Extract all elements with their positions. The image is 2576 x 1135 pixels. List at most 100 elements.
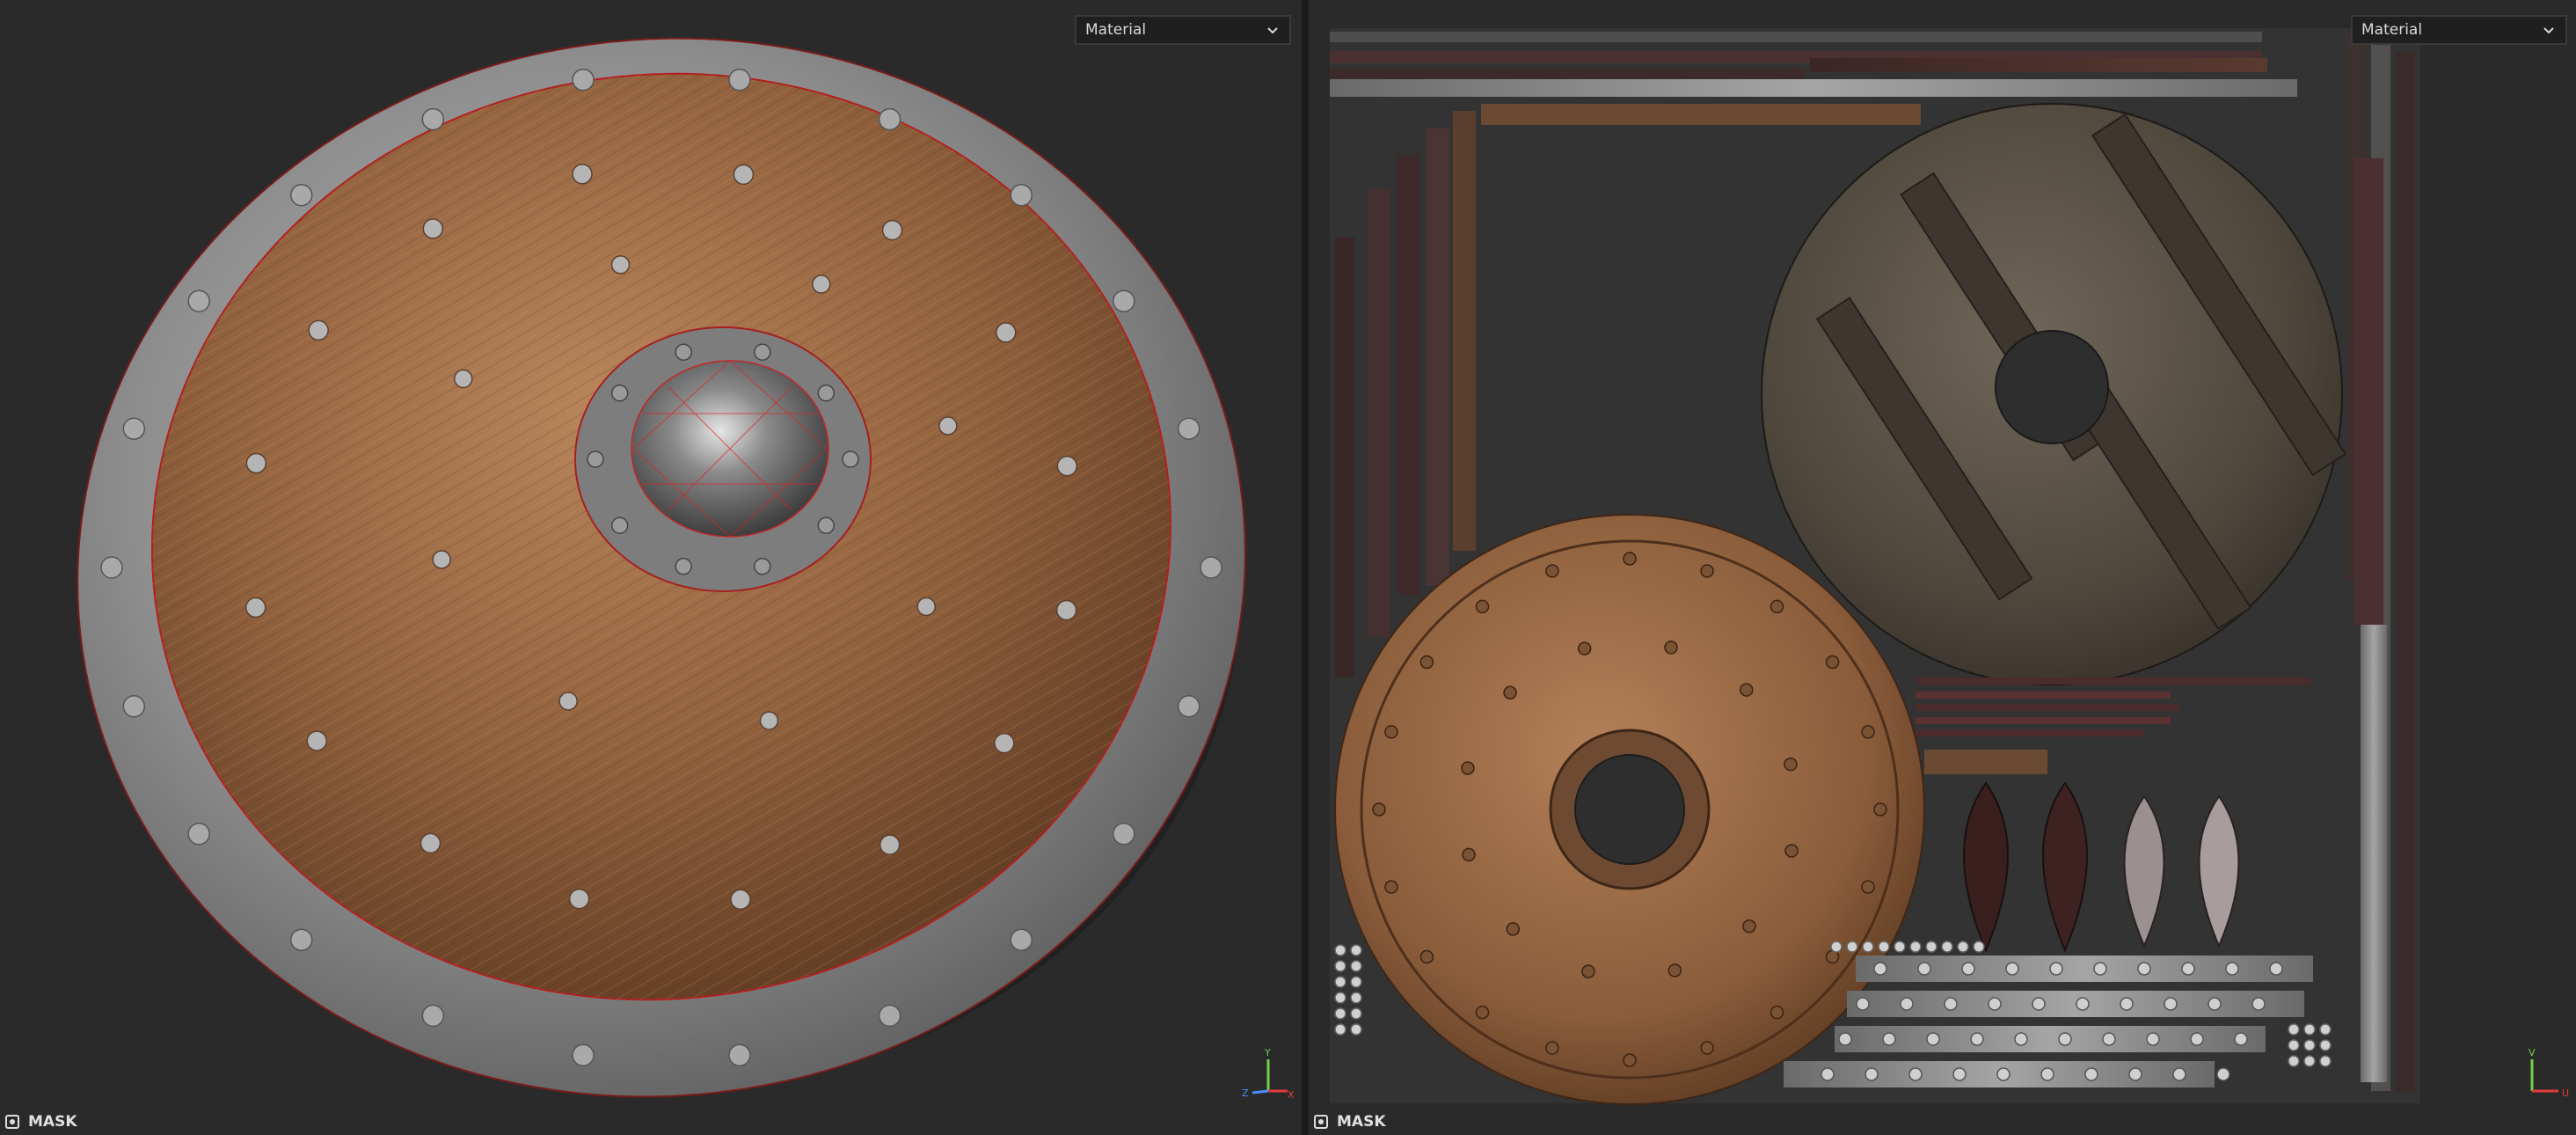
- uv-shield-back: [1761, 103, 2347, 685]
- rivet: [754, 343, 771, 362]
- rivet: [2084, 1067, 2098, 1081]
- rivet: [759, 711, 779, 730]
- rivet: [1577, 641, 1592, 655]
- rivet: [2172, 1067, 2186, 1081]
- rivet: [2303, 1039, 2316, 1051]
- rivet: [2058, 1032, 2072, 1046]
- rivet: [1917, 962, 1931, 976]
- mask-label-uv: MASK: [1337, 1113, 1386, 1131]
- rivet: [2146, 1032, 2160, 1046]
- rivet: [1961, 962, 1975, 976]
- uv-texture-layout[interactable]: [1309, 0, 2576, 1135]
- rivet: [1177, 417, 1200, 440]
- rivet: [2049, 962, 2063, 976]
- rivet: [1970, 1032, 1984, 1046]
- rivet: [2319, 1039, 2332, 1051]
- rivet: [1996, 1067, 2010, 1081]
- rivet: [1664, 641, 1678, 655]
- rivet: [1864, 1067, 1879, 1081]
- rivet: [2005, 962, 2019, 976]
- shading-mode-dropdown-uv[interactable]: Material: [2351, 15, 2567, 45]
- rivet: [1623, 1053, 1637, 1067]
- rivet: [1825, 655, 1840, 670]
- rivet: [1055, 599, 1077, 621]
- rivet: [1784, 757, 1798, 772]
- rivet: [572, 68, 595, 92]
- rivet: [1545, 1041, 1559, 1055]
- rivet: [1334, 976, 1346, 988]
- uv-shield-front: [1334, 514, 1925, 1105]
- rivet: [1861, 725, 1875, 739]
- viewport-splitter[interactable]: [1302, 0, 1309, 1135]
- rivet: [1350, 944, 1362, 956]
- rivet: [187, 289, 210, 312]
- rivet: [610, 384, 629, 402]
- rivet: [2164, 997, 2178, 1011]
- rivet: [122, 695, 146, 718]
- rivet: [1973, 941, 1985, 953]
- rivet: [1988, 997, 2002, 1011]
- mask-toggle-icon[interactable]: [1314, 1115, 1328, 1129]
- rivet: [1056, 455, 1078, 477]
- mask-label-3d: MASK: [28, 1113, 77, 1131]
- rivet: [289, 184, 313, 207]
- mask-toggle-icon[interactable]: [5, 1115, 19, 1129]
- rivet: [878, 1004, 901, 1028]
- rivet: [122, 417, 146, 440]
- rivet: [558, 692, 578, 711]
- rivet: [1862, 941, 1874, 953]
- chevron-down-icon: [2543, 27, 2554, 34]
- shading-mode-dropdown-3d[interactable]: Material: [1075, 15, 1291, 45]
- rivet: [572, 164, 593, 185]
- rivet: [1700, 564, 1714, 578]
- rivet: [1113, 823, 1135, 846]
- rivet: [2181, 962, 2195, 976]
- rivet: [572, 1043, 595, 1067]
- rivet: [1700, 1041, 1714, 1055]
- uv-axis-gizmo-icon: V U: [2529, 1047, 2569, 1099]
- rivet: [1334, 960, 1346, 972]
- rivet: [1010, 184, 1033, 207]
- rivet: [1846, 941, 1858, 953]
- rivet: [2040, 1067, 2054, 1081]
- axis-gizmo-icon: Y Z X: [1242, 1047, 1295, 1100]
- viewport-uv[interactable]: Material V U MASK: [1309, 0, 2576, 1135]
- axis-x-label: X: [1288, 1089, 1295, 1100]
- axis-u-label: U: [2562, 1087, 2569, 1099]
- axis-y-label: Y: [1264, 1047, 1271, 1058]
- rivet: [2288, 1039, 2300, 1051]
- rivet: [244, 597, 266, 619]
- rivet: [1926, 1032, 1940, 1046]
- rivet: [817, 516, 836, 534]
- viewport-3d[interactable]: Material Y Z X MASK: [0, 0, 1302, 1135]
- rivet: [1384, 880, 1398, 894]
- rivet: [587, 450, 604, 468]
- shield-3d-model[interactable]: [0, 0, 1302, 1135]
- rivet: [1334, 1023, 1346, 1036]
- rivet: [2076, 997, 2090, 1011]
- rivet: [453, 369, 473, 389]
- rivet: [754, 557, 771, 575]
- rivet: [1419, 949, 1434, 964]
- rivet: [289, 928, 313, 951]
- mask-bar-3d: MASK: [0, 1109, 1302, 1135]
- rivet: [1909, 941, 1922, 953]
- rivet: [1667, 963, 1682, 978]
- rivet: [1830, 941, 1843, 953]
- rivet: [1350, 1007, 1362, 1020]
- axis-v-label: V: [2529, 1047, 2536, 1058]
- rivet: [2225, 962, 2239, 976]
- rivet: [730, 889, 751, 910]
- rivet: [938, 416, 958, 436]
- rivet: [421, 107, 445, 131]
- mask-bar-uv: MASK: [1309, 1109, 2576, 1135]
- rivet: [422, 218, 444, 239]
- rivet: [245, 452, 267, 474]
- rivet: [1334, 1007, 1346, 1020]
- rivet: [1350, 992, 1362, 1004]
- rivet: [2137, 962, 2151, 976]
- rivet: [1908, 1067, 1923, 1081]
- rivet: [1010, 928, 1033, 951]
- rivet: [1506, 922, 1520, 936]
- rivet: [2234, 1032, 2248, 1046]
